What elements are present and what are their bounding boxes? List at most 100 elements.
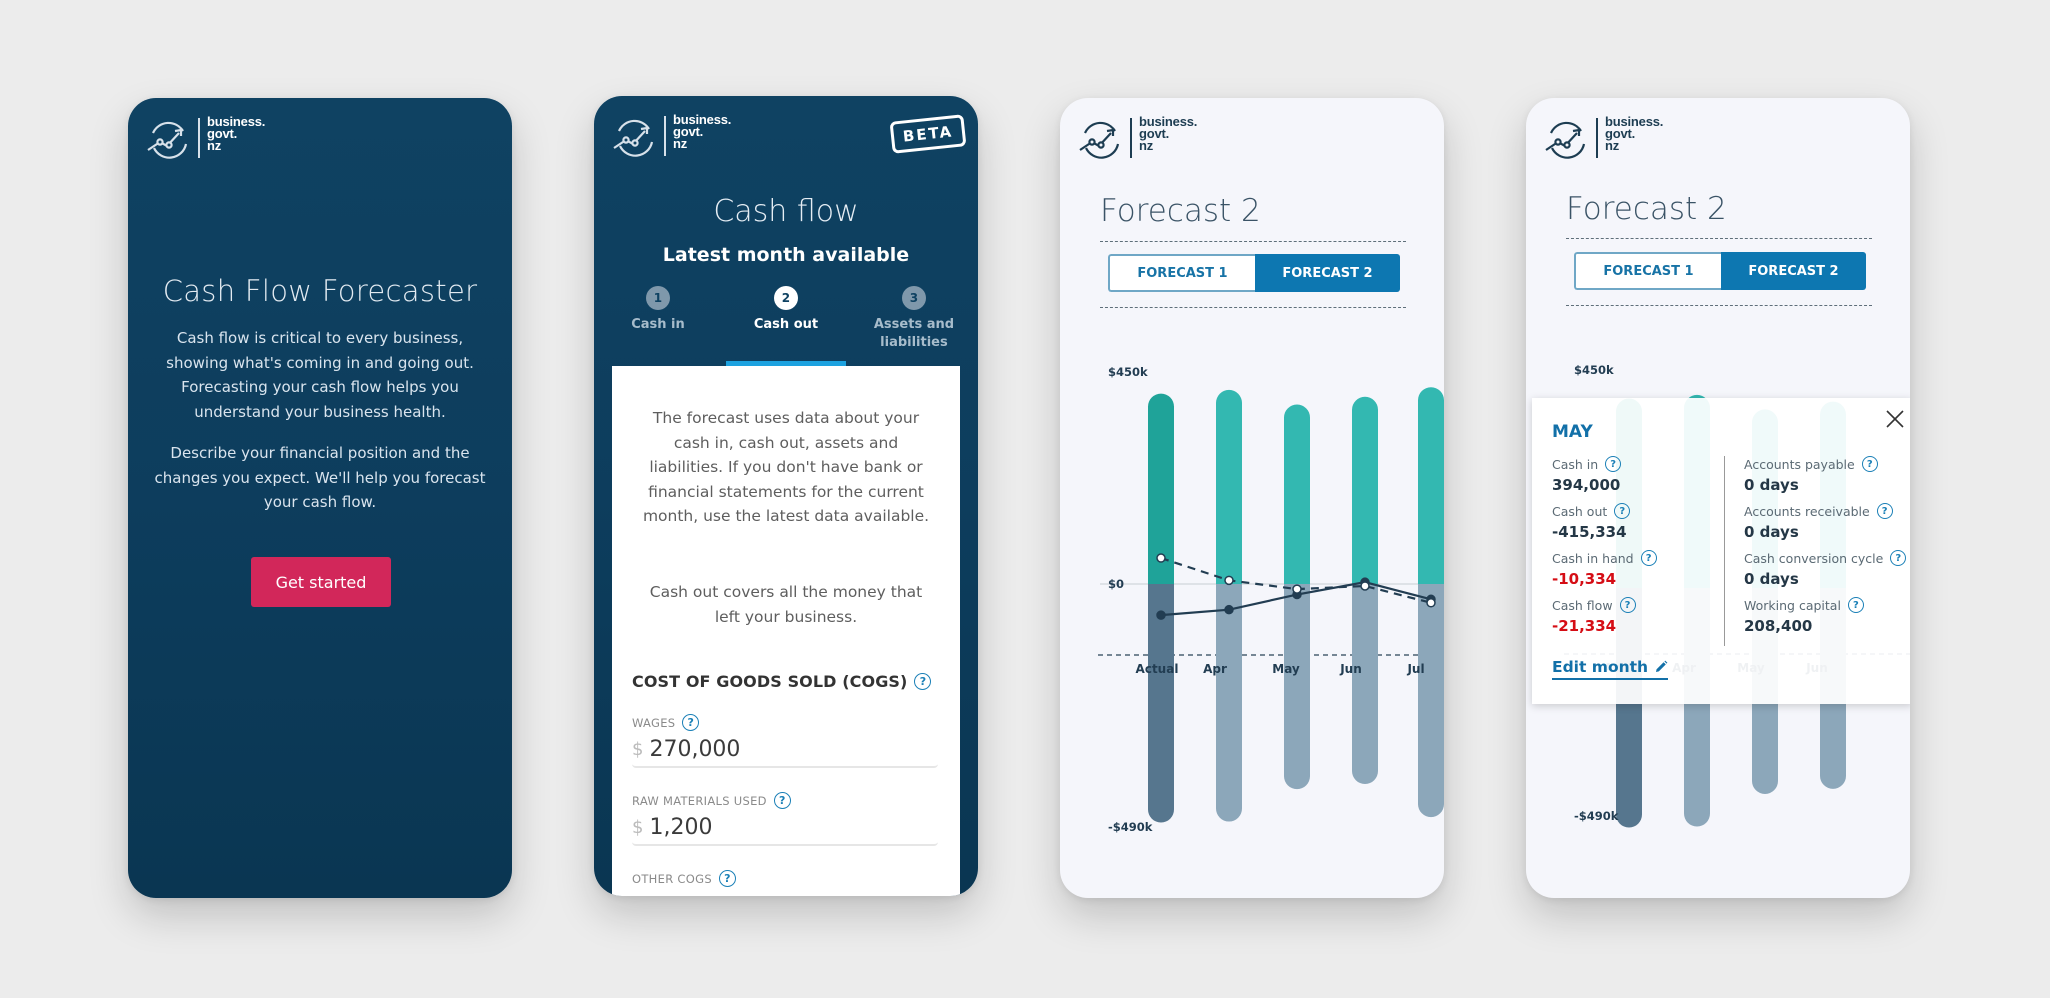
intro-paragraph-2: Describe your financial position and the… — [154, 444, 486, 511]
help-icon[interactable]: ? — [773, 792, 791, 809]
help-icon[interactable]: ? — [914, 673, 932, 690]
currency-symbol: $ — [632, 816, 644, 838]
step-label: Cash out — [753, 317, 819, 332]
metric-value: -21,334 — [1552, 617, 1617, 635]
raw-materials-field: $ — [632, 810, 938, 846]
trend-logo-icon — [613, 119, 654, 157]
metric-label: Working capital — [1744, 597, 1841, 613]
forecast-1-tab[interactable]: FORECAST 1 — [1108, 254, 1255, 292]
forecast-2-tab[interactable]: FORECAST 2 — [1721, 252, 1866, 290]
raw-materials-input[interactable] — [649, 814, 910, 840]
divider — [1100, 241, 1406, 242]
forecast-2-tab[interactable]: FORECAST 2 — [1255, 254, 1400, 292]
logo-text: business. govt. nz — [673, 112, 732, 151]
help-icon[interactable]: ? — [1861, 456, 1878, 472]
metric-cash-in-hand: Cash in hand? -10,334 — [1552, 548, 1657, 595]
metric-cash-in: Cash in? 394,000 — [1552, 454, 1657, 501]
metric-working-capital: Working capital? 208,400 — [1744, 595, 1906, 642]
metric-label: Cash flow — [1552, 597, 1613, 613]
brand-logo[interactable]: business. govt. nz — [1078, 115, 1197, 162]
point-cash-in-hand — [1360, 581, 1370, 591]
y-tick-label: -$490k — [1108, 820, 1153, 834]
help-icon[interactable]: ? — [1619, 597, 1636, 613]
page-title: Forecast 2 — [1100, 193, 1261, 229]
field-label-text: RAW MATERIALS USED — [632, 793, 767, 808]
screen-cash-out-form: business. govt. nz BETA Cash flow Latest m… — [594, 96, 978, 896]
y-tick-label: $450k — [1574, 363, 1614, 377]
metric-accounts-payable: Accounts payable? 0 days — [1744, 454, 1906, 501]
x-tick-label: Jun — [1339, 662, 1362, 676]
screen-forecast-month-detail: ActualAprMayJun$450k-$490k business.govt… — [1526, 98, 1910, 898]
metric-label: Cash conversion cycle — [1744, 550, 1884, 566]
forecast-toggle: FORECAST 1 FORECAST 2 — [1574, 252, 1866, 290]
point-cash-flow — [1156, 610, 1166, 620]
form-panel: The forecast uses data about your cash i… — [612, 366, 960, 896]
bar-cash-out — [1216, 584, 1242, 822]
bar-cash-in — [1216, 389, 1242, 584]
point-cash-in-hand — [1224, 575, 1234, 586]
help-icon[interactable]: ? — [718, 870, 736, 887]
logo-divider — [198, 118, 200, 158]
point-cash-in-hand — [1156, 553, 1166, 563]
close-icon[interactable] — [1884, 408, 1906, 430]
pencil-icon — [1656, 660, 1668, 672]
page-title: Cash Flow Forecaster — [162, 274, 478, 308]
logo-divider — [1596, 118, 1598, 158]
other-cogs-label: OTHER COGS ? — [632, 870, 736, 887]
logo-text: business. govt. nz — [1605, 114, 1664, 153]
bar-cash-out — [1418, 584, 1444, 818]
help-icon[interactable]: ? — [1614, 503, 1631, 519]
metric-value: 0 days — [1744, 570, 1799, 588]
help-icon[interactable]: ? — [1876, 503, 1893, 519]
brand-logo[interactable]: business. govt. nz — [612, 112, 732, 160]
y-tick-label: $0 — [1108, 577, 1124, 591]
popup-metrics-right: Accounts payable? 0 days Accounts receiv… — [1744, 454, 1907, 642]
logo-divider — [664, 116, 666, 156]
help-icon[interactable]: ? — [1640, 550, 1657, 566]
wages-field: $ — [632, 732, 938, 768]
month-detail-popup: MAY Cash in? 394,000 Cash out? -415,334 … — [1532, 398, 1910, 704]
help-icon[interactable]: ? — [1847, 597, 1864, 613]
form-intro-2: Cash out covers all the money that left … — [649, 583, 923, 626]
metric-label: Cash in hand — [1552, 550, 1634, 566]
metric-cash-out: Cash out? -415,334 — [1552, 501, 1657, 548]
edit-month-link[interactable]: Edit month — [1552, 658, 1669, 680]
help-icon[interactable]: ? — [682, 714, 700, 731]
bar-cash-in — [1418, 387, 1444, 584]
metric-label: Accounts receivable — [1744, 503, 1870, 519]
bar-cash-in — [1284, 404, 1310, 584]
help-icon[interactable]: ? — [1605, 456, 1622, 472]
section-title-cogs: COST OF GOODS SOLD (COGS) ? — [632, 672, 932, 691]
step-tabs: 1 Cash in 2 Cash out 3 Assets and liabil… — [594, 286, 978, 366]
get-started-button[interactable]: Get started — [251, 557, 391, 607]
logo-text: business. govt. nz — [207, 114, 266, 153]
help-icon[interactable]: ? — [1890, 550, 1907, 566]
x-tick-label: May — [1272, 662, 1300, 676]
x-tick-label: Jul — [1406, 662, 1424, 676]
step-tab-assets-liabilities[interactable]: 3 Assets and liabilities — [850, 286, 978, 366]
metric-value: 0 days — [1744, 476, 1799, 494]
bar-cash-out — [1352, 584, 1378, 785]
x-tick-label: Apr — [1203, 662, 1227, 676]
brand-logo[interactable]: business. govt. nz — [1544, 114, 1664, 162]
edit-month-label: Edit month — [1552, 658, 1649, 676]
brand-logo[interactable]: business. govt. nz — [146, 114, 266, 162]
metric-accounts-receivable: Accounts receivable? 0 days — [1744, 501, 1906, 548]
forecast-1-tab[interactable]: FORECAST 1 — [1574, 252, 1721, 290]
popup-divider — [1724, 456, 1725, 646]
step-tab-cash-in[interactable]: 1 Cash in — [594, 286, 722, 366]
form-intro: The forecast uses data about your cash i… — [642, 409, 930, 525]
screen-welcome: business. govt. nz Cash Flow Forecaster Ca… — [128, 98, 512, 898]
beta-badge: BETA — [889, 114, 967, 154]
step-tab-cash-out[interactable]: 2 Cash out — [722, 286, 850, 366]
point-cash-flow — [1224, 604, 1234, 615]
intro-paragraph: Cash flow is critical to every business,… — [166, 329, 474, 421]
divider — [1566, 238, 1872, 239]
point-cash-in-hand — [1426, 598, 1436, 608]
metric-value: -10,334 — [1552, 570, 1617, 588]
page-title: Forecast 2 — [1566, 191, 1727, 227]
step-number: 2 — [773, 286, 798, 310]
wages-input[interactable] — [649, 736, 910, 762]
divider — [1100, 307, 1406, 308]
metric-cash-conversion-cycle: Cash conversion cycle? 0 days — [1744, 548, 1907, 595]
